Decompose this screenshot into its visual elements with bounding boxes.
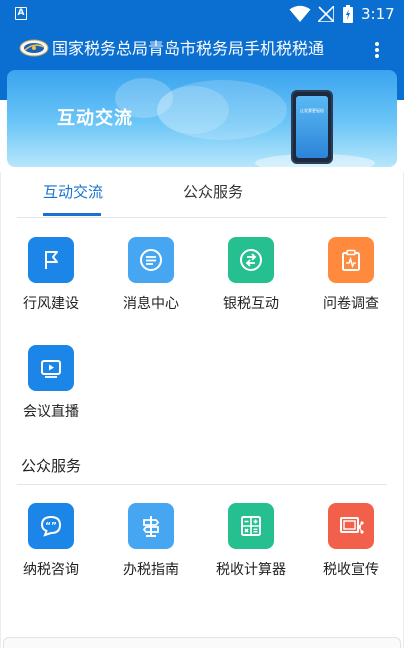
tab-interactive-exchange[interactable]: 互动交流 — [43, 182, 103, 202]
live-video-icon — [28, 345, 74, 391]
phone-caption: 让发票更轻松 — [300, 108, 324, 113]
signal-icon — [318, 6, 334, 22]
calculator-icon — [228, 503, 274, 549]
grid-item-label: 税收计算器 — [216, 562, 286, 578]
status-bar: A 3:17 — [0, 0, 404, 28]
grid-item-tax-promotion[interactable]: 税收宣传 — [306, 503, 386, 583]
guide-signpost-icon — [128, 503, 174, 549]
tab-public-service[interactable]: 公众服务 — [183, 182, 243, 202]
battery-charging-icon — [343, 5, 353, 23]
notification-a-icon: A — [15, 7, 27, 20]
grid-item-label: 银税互动 — [223, 296, 279, 312]
grid-item-label: 问卷调查 — [323, 296, 379, 312]
wifi-icon — [289, 5, 311, 22]
grid-item-label: 会议直播 — [23, 404, 79, 420]
exchange-icon — [228, 237, 274, 283]
grid-item-label: 办税指南 — [123, 562, 179, 578]
phone-screen: 让发票更轻松 — [296, 96, 328, 158]
grid-item-live-meeting[interactable]: 会议直播 — [6, 345, 86, 425]
svg-text:“”: “” — [45, 522, 57, 532]
section-divider — [17, 484, 387, 485]
app-bar: 国家税务总局青岛市税务局手机税税通 — [0, 28, 404, 70]
content-border-left — [0, 172, 1, 648]
grid-item-label: 消息中心 — [123, 296, 179, 312]
grid-item-label: 纳税咨询 — [23, 562, 79, 578]
grid-item-conduct[interactable]: 行风建设 — [6, 237, 86, 317]
more-vertical-icon[interactable] — [371, 40, 383, 60]
tax-bureau-logo-icon — [19, 39, 49, 57]
grid-item-bank-tax[interactable]: 银税互动 — [206, 237, 286, 317]
share-screen-icon — [328, 503, 374, 549]
grid-item-label: 行风建设 — [23, 296, 79, 312]
grid-item-tax-guide[interactable]: 办税指南 — [106, 503, 186, 583]
grid-item-tax-consult[interactable]: “” 纳税咨询 — [6, 503, 86, 583]
active-tab-indicator — [43, 213, 101, 216]
message-icon — [128, 237, 174, 283]
app-root: A 3:17 国家税务总局青岛市税务局手机税税通 互动交流 让发票更轻松 互动交… — [0, 0, 404, 648]
status-time: 3:17 — [361, 5, 395, 23]
chat-bubble-decoration — [157, 86, 229, 134]
banner-title: 互动交流 — [57, 108, 133, 129]
grid-item-survey[interactable]: 问卷调查 — [306, 237, 386, 317]
grid-item-tax-calculator[interactable]: 税收计算器 — [206, 503, 286, 583]
tab-bar: 互动交流 公众服务 — [17, 172, 387, 218]
grid-item-messages[interactable]: 消息中心 — [106, 237, 186, 317]
app-title: 国家税务总局青岛市税务局手机税税通 — [52, 39, 325, 58]
flag-icon — [28, 237, 74, 283]
survey-icon — [328, 237, 374, 283]
consult-icon: “” — [28, 503, 74, 549]
banner[interactable]: 互动交流 让发票更轻松 — [7, 70, 397, 167]
grid-item-label: 税收宣传 — [323, 562, 379, 578]
bottom-panel-edge — [3, 637, 401, 648]
phone-illustration: 让发票更轻松 — [291, 90, 333, 164]
section-title-public-service: 公众服务 — [21, 457, 82, 475]
